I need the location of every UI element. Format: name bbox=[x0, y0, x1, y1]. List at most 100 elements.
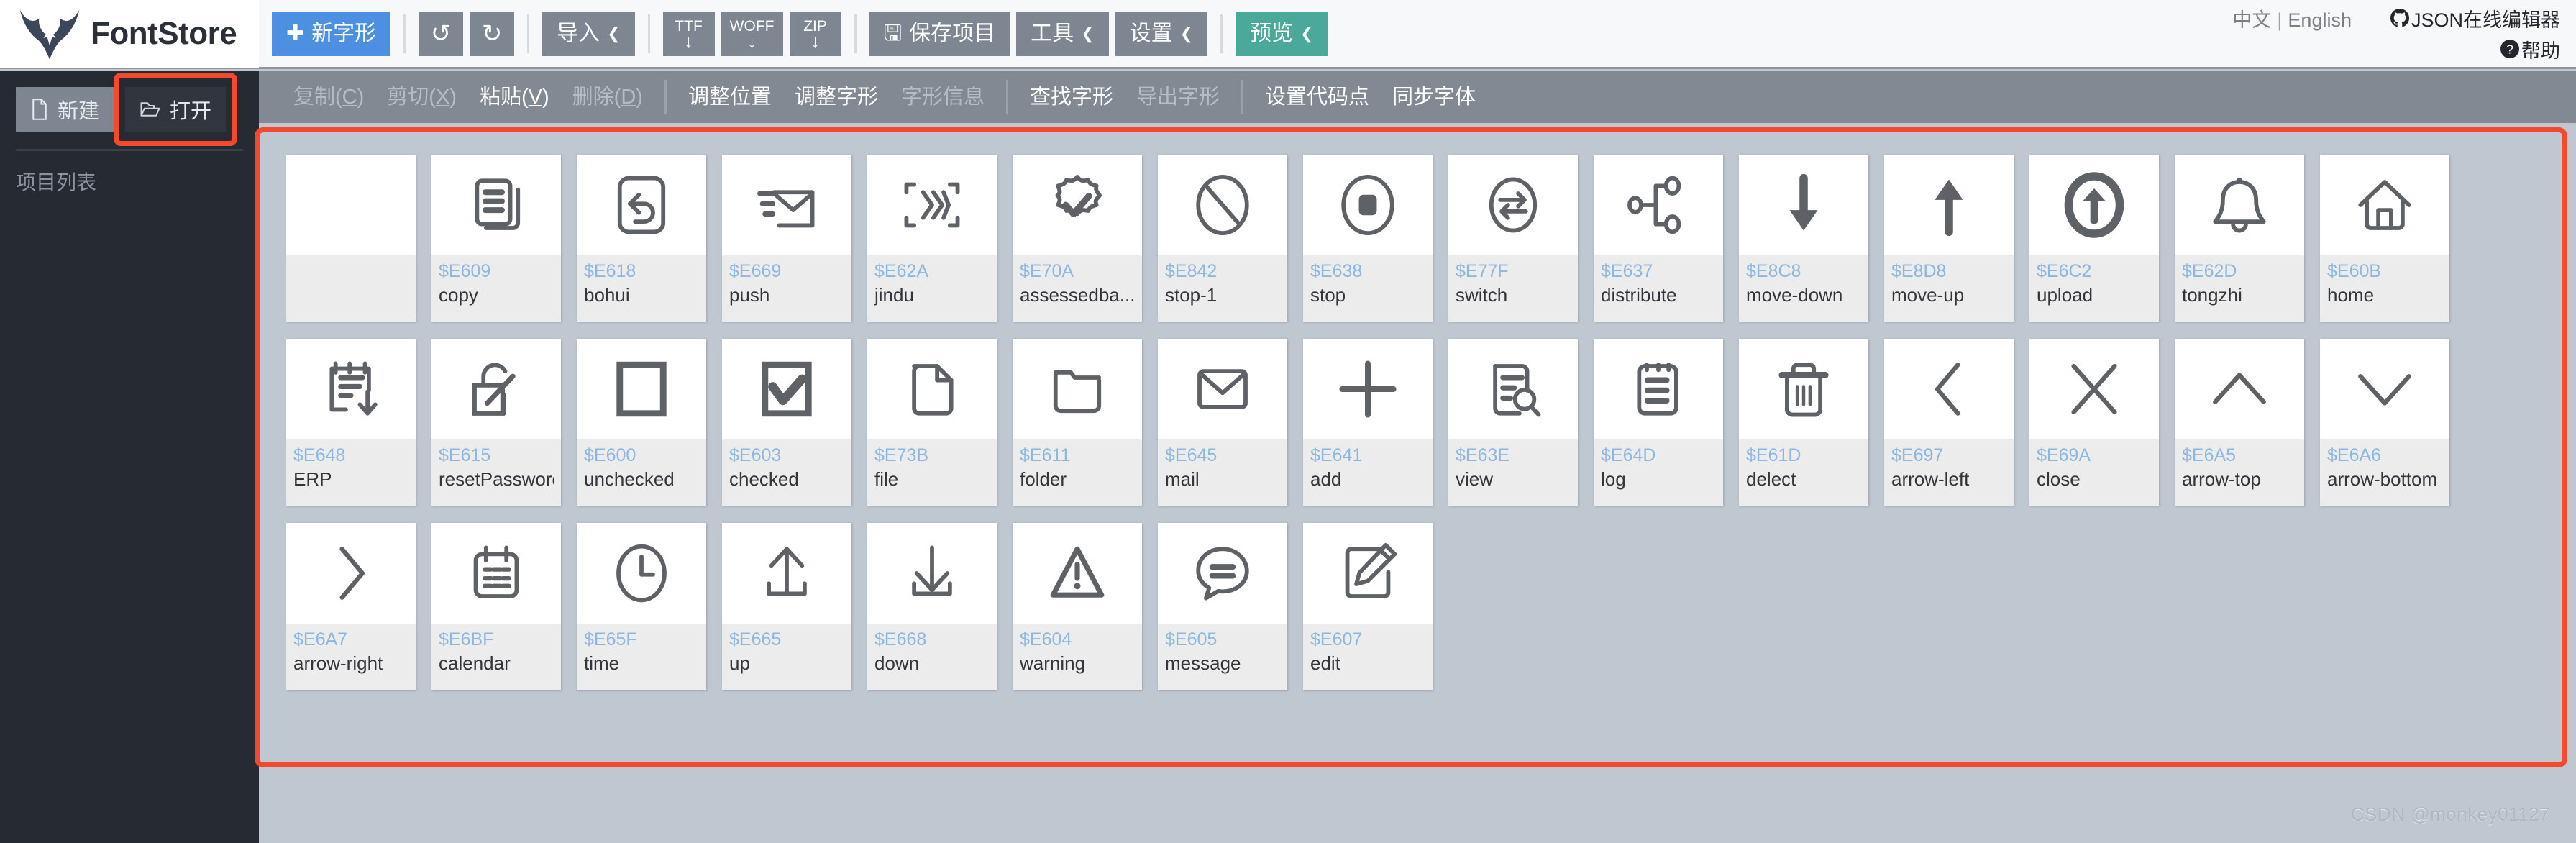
menu-item-粘贴v[interactable]: 粘贴(V) bbox=[468, 86, 561, 108]
glyph-cell[interactable]: $E618 bohui bbox=[577, 155, 706, 322]
glyph-cell[interactable]: $E8D8 move-up bbox=[1884, 155, 2014, 322]
glyph-cell[interactable]: $E6BF calendar bbox=[431, 523, 561, 690]
glyph-cell[interactable]: $E665 up bbox=[722, 523, 851, 690]
undo-button[interactable]: ↺ bbox=[419, 11, 464, 56]
glyph-cell[interactable]: $E70A assessedba... bbox=[1013, 155, 1142, 322]
glyph-cell[interactable]: $E73B file bbox=[867, 339, 997, 506]
preview-button[interactable]: 预览 ❮ bbox=[1236, 11, 1328, 56]
glyph-code: $E609 bbox=[439, 261, 491, 281]
glyph-cell[interactable]: $E63E view bbox=[1448, 339, 1578, 506]
tools-button[interactable]: 工具 ❮ bbox=[1016, 11, 1109, 56]
glyph-name: add bbox=[1310, 468, 1342, 490]
lang-zh-link[interactable]: 中文 bbox=[2232, 9, 2271, 31]
glyph-meta: $E600 unchecked bbox=[577, 439, 706, 506]
glyph-code: $E8D8 bbox=[1891, 261, 1947, 281]
glyph-cell[interactable]: $E638 stop bbox=[1303, 155, 1433, 322]
menu-item-调整字形[interactable]: 调整字形 bbox=[783, 86, 890, 108]
glyph-cell[interactable]: $E64D log bbox=[1594, 339, 1723, 506]
folder-open-icon bbox=[140, 102, 160, 117]
export-ttf-button[interactable]: TTF ↓ bbox=[662, 11, 715, 56]
glyph-cell[interactable]: $E615 resetPassword bbox=[431, 339, 561, 506]
woff-download-icon: WOFF ↓ bbox=[729, 17, 775, 52]
glyph-cell[interactable]: $E62A jindu bbox=[867, 155, 997, 322]
glyph-cell[interactable]: $E77F switch bbox=[1448, 155, 1578, 322]
glyph-cell[interactable]: $E648 ERP bbox=[286, 339, 416, 506]
glyph-cell[interactable]: $E6A5 arrow-top bbox=[2175, 339, 2304, 506]
checked-icon bbox=[722, 339, 851, 439]
glyph-cell[interactable]: $E62D tongzhi bbox=[2175, 155, 2304, 322]
reset-password-icon bbox=[431, 339, 561, 439]
menubar-separator bbox=[1241, 80, 1244, 114]
json-editor-link[interactable]: JSON在线编辑器 bbox=[2390, 4, 2560, 32]
toolbar-separator-2 bbox=[527, 14, 530, 53]
sidebar-open-button[interactable]: 打开 bbox=[125, 87, 227, 132]
jindu-icon bbox=[867, 155, 997, 255]
glyph-cell[interactable]: $E60B home bbox=[2320, 155, 2449, 322]
glyph-cell[interactable]: $E669 push bbox=[722, 155, 851, 322]
menu-item-调整位置[interactable]: 调整位置 bbox=[677, 86, 783, 108]
glyph-cell[interactable]: $E697 arrow-left bbox=[1884, 339, 2014, 506]
save-project-button[interactable]: 🖫 保存项目 bbox=[869, 11, 1010, 56]
export-zip-button[interactable]: ZIP ↓ bbox=[789, 11, 841, 56]
glyph-meta: $E607 edit bbox=[1303, 624, 1433, 690]
glyph-name: mail bbox=[1165, 468, 1200, 490]
glyph-name: warning bbox=[1020, 652, 1086, 674]
glyph-cell[interactable]: $E637 distribute bbox=[1594, 155, 1723, 322]
menu-item-复制c: 复制(C) bbox=[293, 85, 365, 109]
save-icon: 🖫 bbox=[883, 21, 903, 45]
glyph-cell[interactable]: $E605 message bbox=[1158, 523, 1287, 690]
help-link[interactable]: ? 帮助 bbox=[2500, 35, 2560, 63]
save-project-label: 保存项目 bbox=[909, 21, 996, 45]
glyph-cell[interactable]: $E603 checked bbox=[722, 339, 851, 506]
glyph-cell[interactable]: $E641 add bbox=[1303, 339, 1433, 506]
mail-icon bbox=[1158, 339, 1287, 439]
glyph-cell[interactable]: $E607 edit bbox=[1303, 523, 1433, 690]
glyph-meta: $E641 add bbox=[1303, 439, 1433, 506]
lang-en-link[interactable]: English bbox=[2288, 9, 2352, 31]
glyph-cell[interactable]: $E645 mail bbox=[1158, 339, 1287, 506]
glyph-meta: $E61D delect bbox=[1739, 439, 1868, 506]
lang-divider: | bbox=[2277, 9, 2283, 31]
sidebar-new-button[interactable]: 新建 bbox=[16, 87, 114, 132]
glyph-cell[interactable]: $E61D delect bbox=[1739, 339, 1868, 506]
glyph-cell[interactable]: $E611 folder bbox=[1013, 339, 1142, 506]
glyph-cell[interactable]: $E600 unchecked bbox=[577, 339, 706, 506]
glyph-name: file bbox=[874, 468, 899, 490]
glyph-name: delect bbox=[1746, 468, 1796, 490]
glyph-cell[interactable]: $E604 warning bbox=[1013, 523, 1142, 690]
glyph-cell[interactable]: $E65F time bbox=[577, 523, 706, 690]
glyph-name: switch bbox=[1456, 284, 1508, 306]
menu-item-同步字体[interactable]: 同步字体 bbox=[1381, 86, 1487, 108]
glyph-cell[interactable]: $E6A6 arrow-bottom bbox=[2320, 339, 2449, 506]
glyph-cell[interactable]: $E609 copy bbox=[431, 155, 561, 322]
glyph-name: bohui bbox=[584, 284, 630, 306]
menu-item-设置代码点[interactable]: 设置代码点 bbox=[1253, 86, 1381, 108]
glyph-cell[interactable]: $E69A close bbox=[2029, 339, 2159, 506]
glyph-cell[interactable]: $E8C8 move-down bbox=[1739, 155, 1868, 322]
menu-item-查找字形[interactable]: 查找字形 bbox=[1018, 86, 1125, 108]
glyph-cell[interactable]: $E668 down bbox=[867, 523, 997, 690]
glyph-code: $E69A bbox=[2037, 445, 2091, 465]
glyph-cell[interactable]: $E6A7 arrow-right bbox=[286, 523, 416, 690]
glyph-cell[interactable]: $E6C2 upload bbox=[2029, 155, 2159, 322]
warning-icon bbox=[1013, 523, 1142, 624]
glyph-meta: $E8D8 move-up bbox=[1884, 255, 2014, 322]
stop-1-icon bbox=[1158, 155, 1287, 255]
new-glyph-button[interactable]: ✚ 新字形 bbox=[272, 11, 391, 56]
glyph-code: $E70A bbox=[1020, 261, 1074, 281]
glyph-meta: $E669 push bbox=[722, 255, 851, 322]
glyph-name: log bbox=[1601, 468, 1626, 490]
glyph-meta: $E605 message bbox=[1158, 624, 1287, 690]
export-woff-button[interactable]: WOFF ↓ bbox=[721, 11, 783, 56]
redo-button[interactable]: ↻ bbox=[470, 11, 515, 56]
settings-button[interactable]: 设置 ❮ bbox=[1115, 11, 1208, 56]
import-button[interactable]: 导入 ❮ bbox=[542, 11, 635, 56]
glyph-meta: $E6C2 upload bbox=[2029, 255, 2159, 322]
chevron-down-icon bbox=[2320, 339, 2449, 439]
glyph-name: copy bbox=[439, 284, 478, 306]
glyph-cell-empty[interactable] bbox=[286, 155, 416, 322]
glyph-name: stop bbox=[1310, 284, 1346, 306]
language-switcher[interactable]: 中文 | English bbox=[2232, 4, 2352, 32]
glyph-cell[interactable]: $E842 stop-1 bbox=[1158, 155, 1287, 322]
glyph-code: $E8C8 bbox=[1746, 261, 1801, 281]
